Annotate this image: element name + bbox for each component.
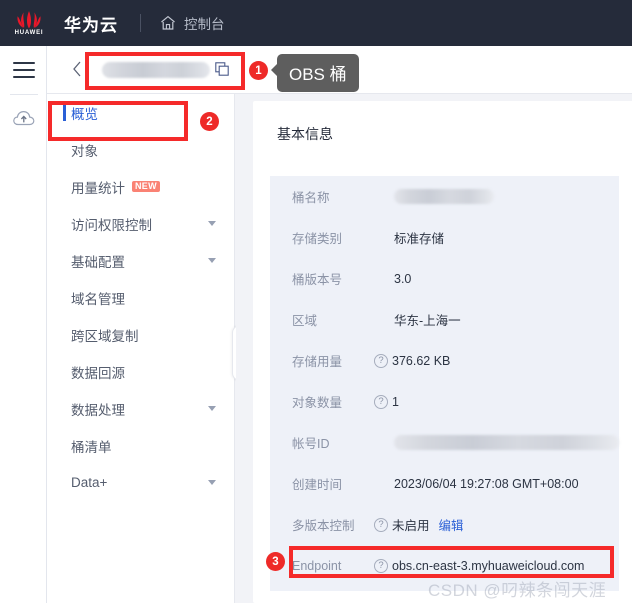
sidebar-item-label: Data+ [71, 475, 108, 490]
info-label: 存储用量 [292, 355, 343, 369]
chevron-down-icon [208, 480, 216, 485]
rail-divider [10, 94, 38, 95]
info-row-create-time: 创建时间 2023/06/04 19:27:08 GMT+08:00 [270, 463, 619, 504]
info-value: obs.cn-east-3.myhuaweicloud.com [392, 558, 585, 573]
watermark: CSDN @叼辣条闯天涯 [428, 581, 607, 600]
sidebar-item-label: 数据回源 [71, 365, 125, 381]
page-title: 基本信息 [277, 126, 333, 142]
info-label: 桶名称 [292, 191, 330, 205]
info-value: 3.0 [394, 271, 412, 286]
edit-link[interactable]: 编辑 [439, 515, 464, 534]
basic-info-card: 桶名称 存储类别 标准存储 桶版本号 3.0 区域 华东-上海一 存储用量 ? … [270, 176, 619, 591]
console-label: 控制台 [184, 17, 225, 32]
chevron-left-icon[interactable] [72, 61, 82, 77]
chevron-down-icon [208, 221, 216, 226]
console-link[interactable]: 控制台 [159, 13, 225, 33]
info-label: 存储类别 [292, 232, 343, 246]
tooltip-label: OBS 桶 [289, 65, 347, 84]
account-id-redacted-value [394, 435, 619, 450]
copy-icon[interactable] [215, 62, 230, 77]
sidebar-item-label: 概览 [71, 106, 98, 122]
sidebar-item-domain-management[interactable]: 域名管理 [47, 279, 234, 316]
home-icon [159, 14, 177, 32]
info-row-storage-usage: 存储用量 ? 376.62 KB [270, 340, 619, 381]
sidebar-item-label: 跨区域复制 [71, 328, 139, 344]
cloud-upload-icon[interactable] [12, 108, 36, 130]
info-value: 376.62 KB [392, 353, 451, 368]
sidebar-item-data-backsource[interactable]: 数据回源 [47, 353, 234, 390]
sidebar-item-access-control[interactable]: 访问权限控制 [47, 205, 234, 242]
brand-title: 华为云 [64, 15, 118, 35]
sidebar-item-objects[interactable]: 对象 [47, 131, 234, 168]
info-row-account-id: 帐号ID [270, 422, 619, 463]
help-icon[interactable]: ? [374, 517, 388, 532]
info-row-object-count: 对象数量 ? 1 [270, 381, 619, 422]
obs-console-page: HUAWEI 华为云 控制台 概览 对象 用量统计 NEW 访问权限控制 基础配… [0, 0, 632, 603]
top-header: HUAWEI 华为云 控制台 [0, 0, 632, 46]
info-row-bucket-name: 桶名称 [270, 176, 619, 217]
header-divider [140, 14, 141, 32]
huawei-logo[interactable]: HUAWEI [0, 0, 58, 46]
sidebar-item-data-processing[interactable]: 数据处理 [47, 390, 234, 427]
info-value: 标准存储 [394, 232, 445, 246]
info-value: 华东-上海一 [394, 314, 461, 328]
huawei-wordmark: HUAWEI [14, 30, 44, 36]
sidebar-item-label: 对象 [71, 143, 98, 159]
help-icon[interactable]: ? [374, 353, 388, 368]
hamburger-menu-icon[interactable] [13, 62, 35, 78]
info-label: Endpoint [292, 558, 342, 573]
sidebar-item-label: 桶清单 [71, 439, 112, 455]
main-content: 基本信息 桶名称 存储类别 标准存储 桶版本号 3.0 区域 华东-上海一 存储… [236, 94, 632, 603]
bucket-name-redacted [102, 62, 210, 78]
info-value: 2023/06/04 19:27:08 GMT+08:00 [394, 476, 579, 491]
bucket-sidebar: 概览 对象 用量统计 NEW 访问权限控制 基础配置 域名管理 跨区域复制 数据… [47, 94, 235, 603]
help-icon[interactable]: ? [374, 394, 388, 409]
annotation-marker-1: 1 [249, 61, 268, 80]
annotation-marker-2: 2 [200, 112, 219, 131]
sidebar-item-usage-stats[interactable]: 用量统计 NEW [47, 168, 234, 205]
annotation-marker-3: 3 [266, 552, 285, 571]
info-label: 创建时间 [292, 478, 343, 492]
info-row-bucket-version: 桶版本号 3.0 [270, 258, 619, 299]
sidebar-item-label: 用量统计 [71, 180, 125, 196]
sidebar-item-cross-region-replication[interactable]: 跨区域复制 [47, 316, 234, 353]
sidebar-item-data-plus[interactable]: Data+ [47, 464, 234, 501]
info-label: 区域 [292, 314, 318, 328]
sidebar-item-label: 域名管理 [71, 291, 125, 307]
info-label: 帐号ID [292, 437, 330, 451]
new-badge: NEW [132, 180, 160, 193]
left-icon-rail [0, 46, 47, 603]
info-row-multiversion: 多版本控制 ? 未启用 编辑 [270, 504, 619, 545]
tooltip-arrow-icon [271, 63, 278, 77]
info-value: 未启用 [392, 519, 430, 533]
chevron-down-icon [208, 406, 216, 411]
active-indicator [63, 104, 66, 121]
help-icon[interactable]: ? [374, 558, 388, 573]
chevron-down-icon [208, 258, 216, 263]
sidebar-item-bucket-inventory[interactable]: 桶清单 [47, 427, 234, 464]
info-label: 对象数量 [292, 396, 343, 410]
bucket-name-redacted-value [394, 189, 494, 204]
annotation-tooltip-1: OBS 桶 [271, 54, 359, 92]
sidebar-item-basic-config[interactable]: 基础配置 [47, 242, 234, 279]
sidebar-item-label: 基础配置 [71, 254, 125, 270]
sidebar-item-label: 访问权限控制 [71, 217, 152, 233]
bucket-name-field[interactable] [102, 58, 230, 81]
info-row-storage-class: 存储类别 标准存储 [270, 217, 619, 258]
huawei-flower-icon [12, 10, 46, 29]
info-row-region: 区域 华东-上海一 [270, 299, 619, 340]
sidebar-item-label: 数据处理 [71, 402, 125, 418]
info-label: 多版本控制 [292, 519, 355, 533]
basic-info-panel: 基本信息 桶名称 存储类别 标准存储 桶版本号 3.0 区域 华东-上海一 存储… [253, 101, 632, 603]
info-value: 1 [392, 394, 399, 409]
info-label: 桶版本号 [292, 273, 343, 287]
